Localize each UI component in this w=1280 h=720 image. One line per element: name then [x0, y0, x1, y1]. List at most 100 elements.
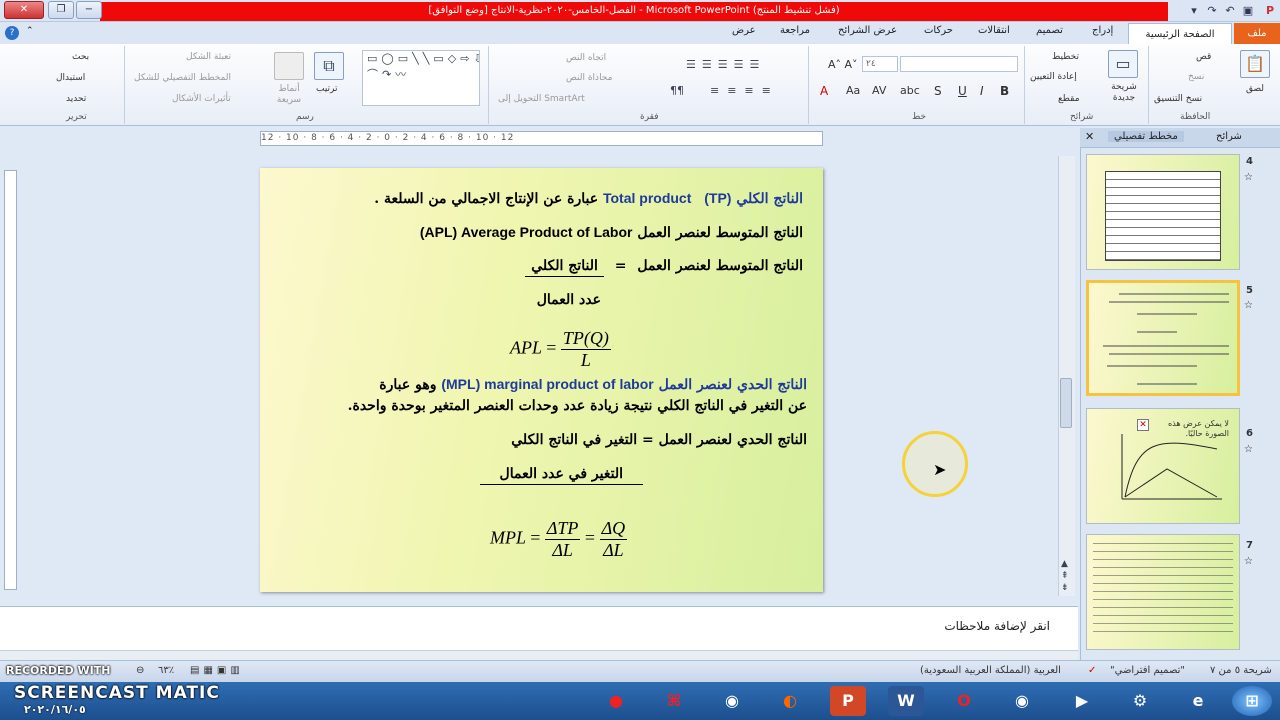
notes-placeholder[interactable]: انقر لإضافة ملاحظات — [944, 619, 1050, 633]
tab-slideshow[interactable]: عرض الشرائح — [838, 25, 897, 36]
theme-name: "تصميم افتراضي" — [1110, 665, 1186, 676]
thumb-line — [1093, 599, 1233, 600]
reset-button[interactable]: إعادة التعيين — [1030, 72, 1077, 82]
layout-button[interactable]: تخطيط — [1052, 52, 1079, 62]
minimize-window-button[interactable]: − — [76, 1, 102, 19]
mpl-denominator-1: ΔL — [552, 540, 573, 560]
slide-thumbnail-4[interactable] — [1086, 154, 1240, 270]
new-slide-button[interactable]: ▭ — [1108, 50, 1138, 78]
chrome-icon[interactable]: ◉ — [1004, 686, 1040, 716]
slide-thumbnail-7[interactable] — [1086, 534, 1240, 650]
tab-file[interactable]: ملف — [1234, 23, 1280, 44]
horizontal-scrollbar[interactable] — [0, 650, 1078, 660]
strikethrough-icon[interactable]: abc — [900, 84, 920, 97]
window-title: الفصل-الخامس-٢٠٢٠-نظرية-الانتاج [وضع الت… — [428, 5, 840, 16]
apl-fraction: TP(Q) L — [560, 328, 611, 371]
copy-button[interactable]: نسخ — [1188, 72, 1204, 82]
find-button[interactable]: بحث — [72, 52, 89, 62]
close-window-button[interactable]: ✕ — [4, 1, 44, 19]
pdf-reader-icon[interactable]: ⌘ — [656, 686, 692, 716]
tab-animations[interactable]: حركات — [924, 25, 953, 36]
thumb-line — [1093, 575, 1233, 576]
change-case-icon[interactable]: Aa — [846, 84, 860, 97]
mpl-formula: MPL = ΔTP ΔL = ΔQ ΔL — [490, 518, 628, 561]
slide-canvas[interactable]: الناتج الكلي Total product (TP) عبارة عن… — [260, 168, 823, 592]
word-icon[interactable]: W — [888, 686, 924, 716]
rtl-direction-icon[interactable]: ¶¶ — [670, 84, 684, 97]
notes-pane[interactable] — [0, 606, 1078, 652]
mpl-heading-rest: وهو عبارة — [379, 377, 437, 393]
font-color-icon[interactable]: A — [820, 84, 828, 98]
quick-styles-icon — [274, 52, 304, 80]
powerpoint-logo-icon[interactable]: P — [1262, 3, 1278, 18]
collapse-ribbon-icon[interactable]: ⌃ — [26, 26, 34, 36]
powerpoint-icon[interactable]: P — [830, 686, 866, 716]
prev-next-slide-icon[interactable]: ▲ ⇞ ⇟ — [1061, 558, 1069, 594]
view-buttons-icon[interactable]: ▤▦▣▥ — [190, 665, 244, 676]
tab-insert[interactable]: إدراج — [1092, 25, 1113, 36]
shape-effects-button[interactable]: تأثيرات الأشكال — [172, 94, 231, 104]
underline-icon[interactable]: U — [958, 84, 967, 98]
align-icons[interactable]: ≡≡≡≡ — [710, 84, 779, 97]
thumb-line — [1109, 353, 1229, 355]
pane-tab-slides[interactable]: شرائح — [1216, 131, 1242, 142]
tab-review[interactable]: مراجعة — [780, 25, 810, 36]
shape-fill-button[interactable]: تعبئة الشكل — [186, 52, 231, 62]
restore-window-button[interactable]: ❐ — [48, 1, 74, 19]
slide-thumbnail-6[interactable]: ✕ لا يمكن عرض هذه الصورة حاليًا. — [1086, 408, 1240, 524]
paste-button[interactable]: 📋 — [1240, 50, 1270, 78]
text-direction-button[interactable]: اتجاه النص — [566, 53, 606, 63]
font-name-box[interactable] — [900, 56, 1018, 72]
font-grow-icon[interactable]: A˄ A˅ — [828, 58, 858, 71]
tab-design[interactable]: تصميم — [1036, 25, 1063, 36]
slide-thumbnail-5[interactable] — [1086, 280, 1240, 396]
ie-icon[interactable]: e — [1180, 686, 1216, 716]
cut-button[interactable]: قص — [1196, 52, 1211, 62]
opera-icon[interactable]: O — [946, 686, 982, 716]
quick-styles-button[interactable] — [274, 52, 304, 83]
shape-outline-button[interactable]: المخطط التفصيلي للشكل — [134, 73, 231, 83]
format-painter-button[interactable]: نسخ التنسيق — [1154, 94, 1202, 104]
customize-toolbar-icon[interactable]: ▾ — [1186, 3, 1202, 18]
thumb-line — [1093, 591, 1233, 592]
shadow-icon[interactable]: S — [934, 84, 942, 98]
shapes-gallery[interactable]: ▭◯▭╲╲▭◇⇨⇩⌐↰△☆⟨⟩⌒↷〰 — [362, 50, 480, 106]
list-icons[interactable]: ☰☰☰☰☰ — [686, 58, 765, 71]
arrange-button[interactable]: ⧉ — [314, 52, 344, 80]
bold-icon[interactable]: B — [1000, 84, 1009, 98]
thumbnail-curve-chart — [1121, 434, 1222, 500]
help-icon[interactable]: ? — [5, 26, 19, 40]
mpl-word-formula: الناتج الحدي لعنصر العمل = التغير في الن… — [511, 432, 807, 448]
zoom-level[interactable]: ٦٣٪ — [158, 665, 174, 676]
tab-transitions[interactable]: انتقالات — [978, 25, 1010, 36]
pane-tab-outline[interactable]: مخطط تفصيلي — [1108, 131, 1184, 142]
undo-icon[interactable]: ↶ — [1222, 3, 1238, 18]
drawing-group-label: رسم — [296, 112, 314, 122]
thumb-line — [1093, 559, 1233, 560]
smartart-button[interactable]: التحويل إلى SmartArt — [498, 94, 585, 104]
italic-icon[interactable]: I — [980, 84, 984, 98]
save-icon[interactable]: ▣ — [1240, 3, 1256, 18]
spacing-icon[interactable]: AV — [872, 84, 886, 97]
apl-word-denominator: عدد العمال — [536, 292, 601, 308]
zoom-out-icon[interactable]: ⊖ — [136, 665, 144, 676]
spell-check-icon[interactable]: ✓ — [1088, 665, 1096, 676]
close-pane-icon[interactable]: ✕ — [1085, 130, 1094, 143]
language-indicator[interactable]: العربية (المملكة العربية السعودية) — [920, 665, 1061, 676]
select-button[interactable]: تحديد — [66, 94, 86, 104]
editor-scrollbar[interactable] — [1058, 156, 1075, 596]
chrome-icon-2[interactable]: ◉ — [714, 686, 750, 716]
replace-button[interactable]: استبدال — [56, 73, 85, 83]
tab-view[interactable]: عرض — [732, 25, 756, 36]
settings-icon[interactable]: ⚙ — [1122, 686, 1158, 716]
font-size-box[interactable]: ٢٤ — [862, 56, 898, 72]
editor-scrollbar-thumb[interactable] — [1060, 378, 1072, 428]
section-button[interactable]: مقطع — [1058, 94, 1080, 104]
firefox-icon[interactable]: ◐ — [772, 686, 808, 716]
media-player-icon[interactable]: ▶ — [1064, 686, 1100, 716]
redo-icon[interactable]: ↷ — [1204, 3, 1220, 18]
start-button-icon[interactable]: ⊞ — [1232, 686, 1272, 716]
align-text-button[interactable]: محاذاة النص — [566, 73, 612, 83]
tab-home[interactable]: الصفحة الرئيسية — [1128, 23, 1232, 45]
record-icon[interactable]: ● — [598, 686, 634, 716]
